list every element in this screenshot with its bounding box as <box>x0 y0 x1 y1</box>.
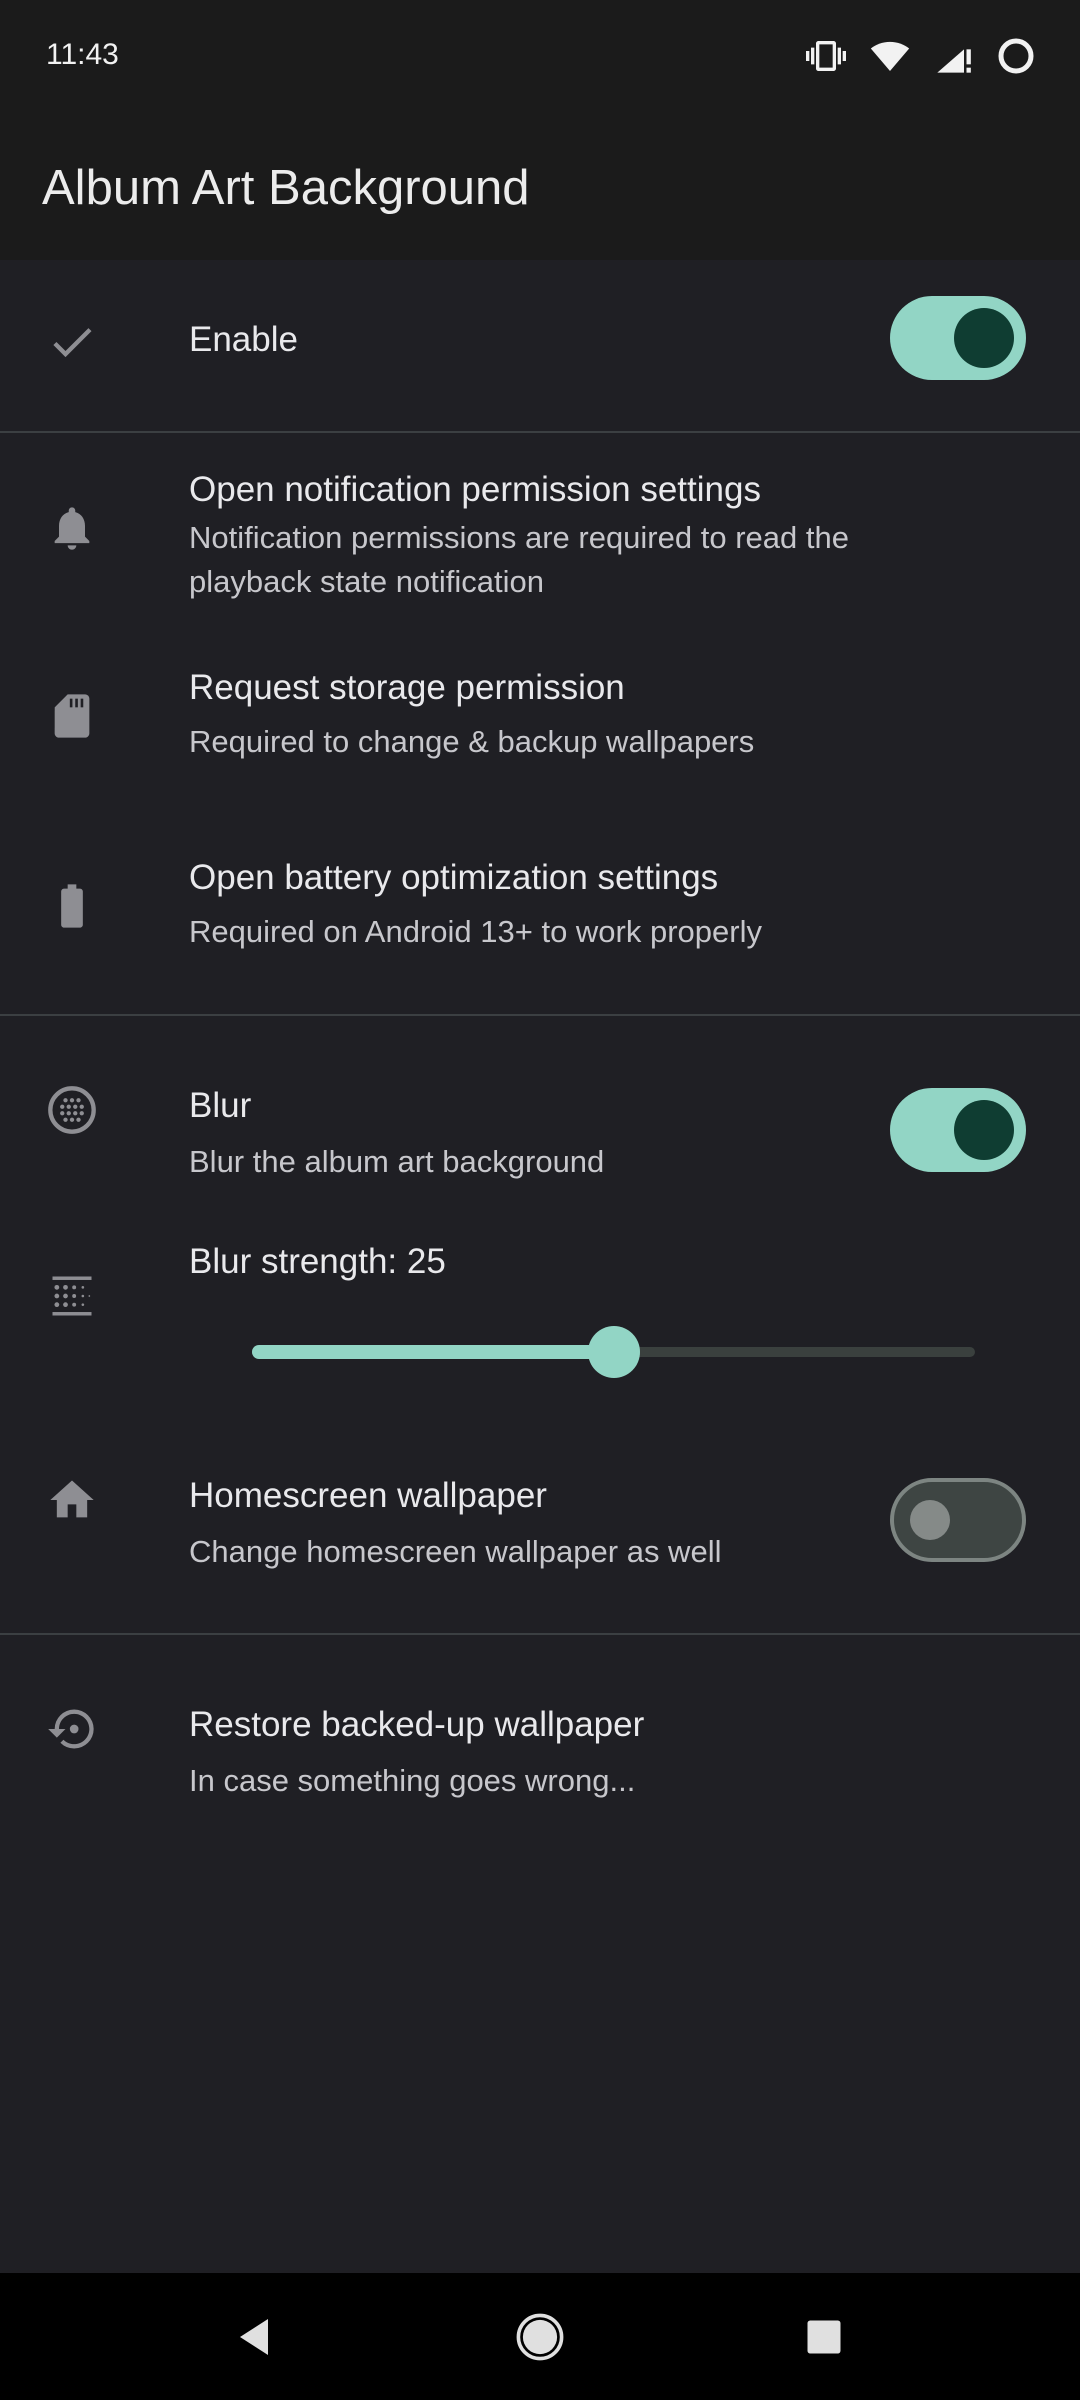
back-icon[interactable] <box>226 2309 282 2365</box>
blur-strength-label: Blur strength: 25 <box>189 1242 446 1281</box>
setting-storage-title: Request storage permission <box>189 668 625 707</box>
vibrate-icon <box>806 36 846 81</box>
blur-strength-slider-fill <box>252 1345 614 1359</box>
setting-restore-subtitle: In case something goes wrong... <box>189 1763 636 1798</box>
blur-linear-icon <box>46 1270 98 1322</box>
setting-notification[interactable]: Open notification permission settings No… <box>0 432 1080 622</box>
home-icon <box>46 1474 98 1526</box>
signal-icon <box>934 36 974 81</box>
blur-switch[interactable] <box>890 1088 1026 1172</box>
battery-icon <box>46 880 98 932</box>
navigation-bar <box>0 2273 1080 2400</box>
enable-switch[interactable] <box>890 296 1026 380</box>
setting-enable-title: Enable <box>189 320 298 359</box>
setting-homescreen[interactable]: Homescreen wallpaper Change homescreen w… <box>0 1406 1080 1596</box>
setting-restore-title: Restore backed-up wallpaper <box>189 1705 645 1744</box>
switch-thumb <box>954 1100 1014 1160</box>
blur-circle-icon <box>46 1084 98 1136</box>
status-icons <box>806 36 1036 81</box>
setting-restore[interactable]: Restore backed-up wallpaper In case some… <box>0 1635 1080 1825</box>
setting-homescreen-title: Homescreen wallpaper <box>189 1476 547 1515</box>
setting-notification-title: Open notification permission settings <box>189 470 761 509</box>
setting-battery[interactable]: Open battery optimization settings Requi… <box>0 822 1080 1012</box>
setting-blur-title: Blur <box>189 1086 252 1125</box>
circle-icon <box>996 36 1036 81</box>
status-bar: 11:43 <box>0 0 1080 120</box>
sd-card-icon <box>46 690 98 742</box>
setting-blur-strength: Blur strength: 25 <box>0 1226 1080 1386</box>
page-title: Album Art Background <box>42 161 530 215</box>
setting-battery-title: Open battery optimization settings <box>189 858 719 897</box>
bell-icon <box>46 502 98 554</box>
app-bar: Album Art Background <box>0 120 1080 260</box>
homescreen-switch[interactable] <box>890 1478 1026 1562</box>
status-time: 11:43 <box>46 38 119 71</box>
switch-thumb <box>954 308 1014 368</box>
setting-blur-subtitle: Blur the album art background <box>189 1144 605 1179</box>
check-icon <box>46 316 98 368</box>
setting-homescreen-subtitle: Change homescreen wallpaper as well <box>189 1534 722 1569</box>
recents-icon[interactable] <box>796 2309 852 2365</box>
restore-icon <box>46 1703 98 1755</box>
setting-storage-subtitle: Required to change & backup wallpapers <box>189 724 755 759</box>
setting-blur[interactable]: Blur Blur the album art background <box>0 1016 1080 1206</box>
setting-storage[interactable]: Request storage permission Required to c… <box>0 632 1080 802</box>
home-circle-icon[interactable] <box>512 2309 568 2365</box>
setting-battery-subtitle: Required on Android 13+ to work properly <box>189 914 762 949</box>
setting-enable[interactable]: Enable <box>0 260 1080 430</box>
switch-thumb <box>910 1500 950 1540</box>
setting-notification-subtitle: Notification permissions are required to… <box>189 520 849 599</box>
wifi-icon <box>868 36 912 81</box>
blur-strength-slider-thumb[interactable] <box>587 1326 640 1378</box>
